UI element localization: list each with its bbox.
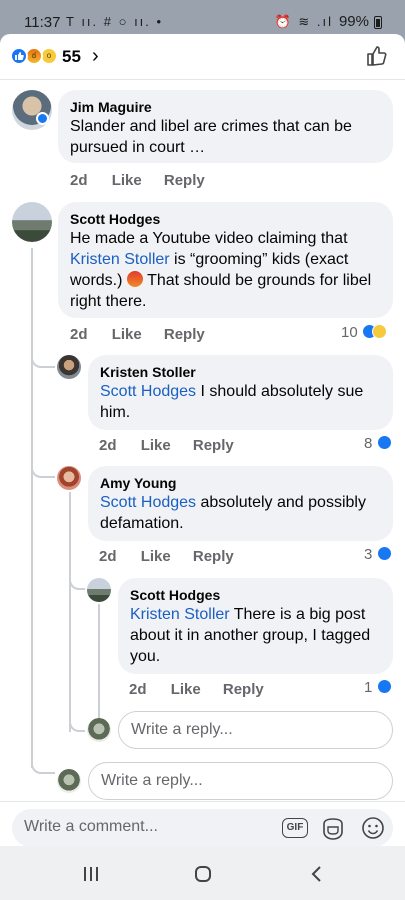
like-button[interactable]: Like [112, 172, 142, 189]
thread-connector [31, 454, 55, 478]
sticker-icon[interactable] [320, 816, 346, 842]
reply-input[interactable]: Write a reply... [118, 711, 393, 749]
home-icon[interactable] [194, 865, 212, 883]
thread-connector [69, 572, 85, 590]
comment-composer: Write a comment... GIF [0, 801, 405, 846]
verified-badge-icon [36, 112, 49, 125]
reply-button[interactable]: Reply [193, 437, 234, 454]
avatar[interactable] [87, 578, 111, 602]
angry-emoji-icon [126, 271, 143, 287]
comment-actions: 2d Like Reply [99, 548, 252, 565]
avatar[interactable] [12, 202, 52, 242]
battery-percent: 99% [338, 13, 369, 30]
reply-button[interactable]: Reply [193, 548, 234, 565]
avatar [57, 769, 81, 793]
reply-button[interactable]: Reply [164, 326, 205, 343]
thread-connector [69, 706, 85, 732]
reaction-count: 10 [341, 324, 358, 341]
comment-text: Scott Hodges I should absolutely sue him… [100, 383, 364, 421]
like-button[interactable]: Like [141, 437, 171, 454]
comment-time[interactable]: 2d [99, 548, 117, 565]
avatar[interactable] [12, 90, 52, 130]
reply-bubble[interactable]: Scott Hodges Kristen Stoller There is a … [118, 578, 393, 674]
comment-actions: 2d Like Reply [70, 172, 223, 189]
comment-author[interactable]: Kristen Stoller [100, 363, 381, 381]
reaction-summary[interactable]: 3 [364, 546, 392, 563]
reply-bubble[interactable]: Kristen Stoller Scott Hodges I should ab… [88, 355, 393, 430]
mention-link[interactable]: Kristen Stoller [70, 251, 170, 268]
back-icon[interactable] [310, 865, 322, 883]
reactions-header[interactable]: ఠ o 55 › [0, 34, 405, 80]
thread-connector [31, 348, 55, 368]
status-time: 11:37 [24, 14, 61, 31]
like-button[interactable]: Like [141, 548, 171, 565]
reaction-count: 8 [364, 435, 373, 452]
avatar[interactable] [57, 355, 81, 379]
reaction-summary[interactable]: 10 [341, 324, 387, 341]
mention-link[interactable]: Scott Hodges [100, 494, 196, 511]
comment-text: Kristen Stoller There is a big post abou… [130, 606, 371, 665]
comment-actions: 2d Like Reply [129, 681, 282, 698]
comment-actions: 2d Like Reply [99, 437, 252, 454]
mention-link[interactable]: Kristen Stoller [130, 606, 230, 623]
reply-bubble[interactable]: Amy Young Scott Hodges absolutely and po… [88, 466, 393, 541]
comment-author[interactable]: Jim Maguire [70, 98, 381, 116]
comment-actions: 2d Like Reply [70, 326, 223, 343]
comment-text: He made a Youtube video claiming that Kr… [70, 230, 372, 310]
reply-input[interactable]: Write a reply... [88, 762, 393, 800]
comment-time[interactable]: 2d [70, 172, 88, 189]
like-reaction-icon [10, 47, 28, 65]
gif-icon[interactable]: GIF [282, 818, 308, 838]
reply-button[interactable]: Reply [164, 172, 205, 189]
comment-bubble[interactable]: Jim Maguire Slander and libel are crimes… [58, 90, 393, 163]
comment-text: Slander and libel are crimes that can be… [70, 118, 352, 156]
system-nav-bar [0, 846, 405, 900]
like-button[interactable]: Like [112, 326, 142, 343]
wow-reaction-icon [371, 324, 387, 339]
chevron-right-icon[interactable]: › [92, 45, 99, 68]
thread-line [98, 604, 100, 722]
notification-icons: T ıı. # ○ ıı. • [66, 14, 164, 29]
recent-apps-icon[interactable] [82, 866, 100, 882]
thread-line [31, 248, 33, 768]
status-bar: 11:37 T ıı. # ○ ıı. • ⏰ ≋ .ıl 99% [0, 0, 405, 34]
reply-button[interactable]: Reply [223, 681, 264, 698]
reaction-summary[interactable]: 8 [364, 435, 392, 452]
comments-sheet: ఠ o 55 › Jim Maguire Slander and libel a… [0, 34, 405, 846]
reaction-count: 1 [364, 679, 373, 696]
reaction-count: 55 [62, 47, 81, 66]
thread-line [69, 492, 71, 732]
comment-time[interactable]: 2d [99, 437, 117, 454]
thread-connector [31, 734, 55, 774]
comment-author[interactable]: Scott Hodges [130, 586, 381, 604]
thumbs-up-icon[interactable] [365, 44, 389, 68]
comment-time[interactable]: 2d [70, 326, 88, 343]
comment-bubble[interactable]: Scott Hodges He made a Youtube video cla… [58, 202, 393, 318]
system-icons: ⏰ ≋ .ıl [274, 14, 333, 29]
avatar[interactable] [57, 466, 81, 490]
comment-author[interactable]: Scott Hodges [70, 210, 381, 228]
comment-time[interactable]: 2d [129, 681, 147, 698]
emoji-icon[interactable] [361, 816, 385, 840]
like-reaction-icon [376, 679, 392, 694]
like-reaction-icon [376, 435, 392, 450]
reaction-count: 3 [364, 546, 373, 563]
mention-link[interactable]: Scott Hodges [100, 383, 196, 400]
comment-text: Scott Hodges absolutely and possibly def… [100, 494, 366, 532]
avatar [87, 718, 111, 742]
battery-icon [374, 16, 382, 29]
like-button[interactable]: Like [171, 681, 201, 698]
comment-author[interactable]: Amy Young [100, 474, 381, 492]
reaction-summary[interactable]: 1 [364, 679, 392, 696]
like-reaction-icon [376, 546, 392, 561]
